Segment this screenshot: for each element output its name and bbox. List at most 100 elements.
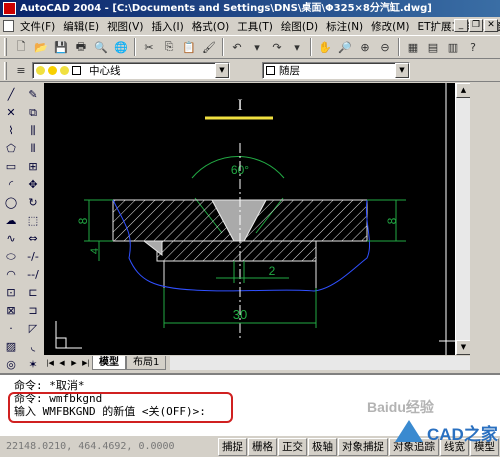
redo-dropdown-icon[interactable]: ▾ bbox=[288, 38, 306, 56]
layer-color-swatch bbox=[72, 66, 81, 75]
linetype-dropdown[interactable]: 随层 ▼ bbox=[262, 62, 410, 79]
match-properties-icon[interactable]: 🖌 bbox=[200, 38, 218, 56]
layer-dropdown[interactable]: 中心线 ▼ bbox=[32, 62, 230, 79]
doc-close-button[interactable]: ✕ bbox=[484, 19, 498, 32]
spline-icon[interactable]: ∿ bbox=[2, 230, 20, 247]
menu-view[interactable]: 视图(V) bbox=[103, 19, 147, 34]
watermark-graphic: Baidu经验 CAD之家 bbox=[367, 399, 498, 444]
polyline-icon[interactable]: ⌇ bbox=[2, 122, 20, 139]
break-icon[interactable]: ⊐ bbox=[24, 302, 42, 319]
undo-dropdown-icon[interactable]: ▾ bbox=[248, 38, 266, 56]
redo-icon[interactable]: ↷ bbox=[268, 38, 286, 56]
line-icon[interactable]: ╱ bbox=[2, 86, 20, 103]
pan-icon[interactable]: ✋ bbox=[316, 38, 334, 56]
doc-restore-button[interactable]: ❐ bbox=[469, 19, 483, 32]
print-icon[interactable]: 🖶 bbox=[72, 38, 90, 56]
rotate-icon[interactable]: ↻ bbox=[24, 194, 42, 211]
ortho-toggle[interactable]: 正交 bbox=[278, 437, 307, 456]
ellipse-icon[interactable]: ⬭ bbox=[2, 248, 20, 265]
circle-icon[interactable]: ◯ bbox=[2, 194, 20, 211]
scroll-up-icon[interactable]: ▲ bbox=[456, 83, 471, 98]
toolbar-grip[interactable] bbox=[4, 38, 7, 56]
hatch-icon[interactable]: ▨ bbox=[2, 338, 20, 355]
open-icon[interactable]: 📂 bbox=[32, 38, 50, 56]
rectangle-icon[interactable]: ▭ bbox=[2, 158, 20, 175]
region-icon[interactable]: ◎ bbox=[2, 356, 20, 373]
prev-tab-icon[interactable]: ◀ bbox=[56, 357, 68, 370]
copy-object-icon[interactable]: ⧉ bbox=[24, 104, 42, 121]
next-tab-icon[interactable]: ▶ bbox=[68, 357, 80, 370]
tab-model[interactable]: 模型 bbox=[92, 356, 126, 370]
linetype-value: 随层 bbox=[279, 65, 300, 77]
horizontal-scrollbar[interactable] bbox=[170, 356, 470, 370]
grid-toggle[interactable]: 栅格 bbox=[248, 437, 277, 456]
toolbar-grip[interactable] bbox=[4, 61, 7, 80]
plot-preview-icon[interactable]: 🔍 bbox=[92, 38, 110, 56]
break-at-point-icon[interactable]: ⊏ bbox=[24, 284, 42, 301]
highlight-box bbox=[8, 392, 233, 423]
scroll-down-icon[interactable]: ▼ bbox=[456, 340, 471, 355]
menu-draw[interactable]: 绘图(D) bbox=[277, 19, 322, 34]
menu-insert[interactable]: 插入(I) bbox=[147, 19, 187, 34]
menu-modify[interactable]: 修改(M) bbox=[367, 19, 413, 34]
menu-dimension[interactable]: 标注(N) bbox=[322, 19, 367, 34]
backing-strip bbox=[156, 240, 317, 262]
layer-manager-icon[interactable]: ≡ bbox=[12, 62, 30, 80]
snap-toggle[interactable]: 捕捉 bbox=[218, 437, 247, 456]
publish-icon[interactable]: 🌐 bbox=[112, 38, 130, 56]
chevron-down-icon[interactable]: ▼ bbox=[395, 63, 409, 78]
undo-icon[interactable]: ↶ bbox=[228, 38, 246, 56]
zoom-realtime-icon[interactable]: 🔎 bbox=[336, 38, 354, 56]
new-icon[interactable]: 🗋 bbox=[12, 38, 30, 56]
revision-cloud-icon[interactable]: ☁ bbox=[2, 212, 20, 229]
first-tab-icon[interactable]: |◀ bbox=[44, 357, 56, 370]
right-toolbar bbox=[470, 83, 500, 373]
menu-edit[interactable]: 编辑(E) bbox=[59, 19, 103, 34]
chevron-down-icon[interactable]: ▼ bbox=[215, 63, 229, 78]
properties-icon[interactable]: ▦ bbox=[404, 38, 422, 56]
point-icon[interactable]: · bbox=[2, 320, 20, 337]
trim-icon[interactable]: -/- bbox=[24, 248, 42, 265]
chamfer-icon[interactable]: ◸ bbox=[24, 320, 42, 337]
drawing-canvas[interactable]: I 60° 8 8 4 2 30 bbox=[44, 83, 455, 355]
zoom-window-icon[interactable]: ⊕ bbox=[356, 38, 374, 56]
save-icon[interactable]: 💾 bbox=[52, 38, 70, 56]
fillet-icon[interactable]: ◟ bbox=[24, 338, 42, 355]
design-center-icon[interactable]: ▤ bbox=[424, 38, 442, 56]
explode-icon[interactable]: ✶ bbox=[24, 356, 42, 373]
polar-toggle[interactable]: 极轴 bbox=[308, 437, 337, 456]
extend-icon[interactable]: --/ bbox=[24, 266, 42, 283]
cad-drawing: I 60° 8 8 4 2 30 bbox=[55, 83, 455, 355]
move-icon[interactable]: ✥ bbox=[24, 176, 42, 193]
zoom-previous-icon[interactable]: ⊖ bbox=[376, 38, 394, 56]
menu-file[interactable]: 文件(F) bbox=[16, 19, 59, 34]
autocad-app-icon[interactable] bbox=[3, 2, 16, 15]
construction-line-icon[interactable]: ✕ bbox=[2, 104, 20, 121]
menu-format[interactable]: 格式(O) bbox=[188, 19, 233, 34]
tool-palettes-icon[interactable]: ▥ bbox=[444, 38, 462, 56]
mirror-icon[interactable]: ⫼ bbox=[24, 122, 42, 139]
insert-block-icon[interactable]: ⊡ bbox=[2, 284, 20, 301]
vertical-scrollbar[interactable]: ▲ ▼ bbox=[455, 83, 471, 355]
watermark-text-1: Baidu经验 bbox=[367, 399, 435, 415]
last-tab-icon[interactable]: ▶| bbox=[80, 357, 92, 370]
ellipse-arc-icon[interactable]: ◠ bbox=[2, 266, 20, 283]
cut-icon[interactable]: ✂ bbox=[140, 38, 158, 56]
offset-icon[interactable]: ⫴ bbox=[24, 140, 42, 157]
paste-icon[interactable]: 📋 bbox=[180, 38, 198, 56]
copy-icon[interactable]: ⎘ bbox=[160, 38, 178, 56]
doc-minimize-button[interactable]: _ bbox=[454, 19, 468, 32]
scale-icon[interactable]: ⬚ bbox=[24, 212, 42, 229]
menu-tools[interactable]: 工具(T) bbox=[233, 19, 277, 34]
tab-layout1[interactable]: 布局1 bbox=[126, 356, 167, 370]
array-icon[interactable]: ⊞ bbox=[24, 158, 42, 175]
make-block-icon[interactable]: ⊠ bbox=[2, 302, 20, 319]
toolbar-separator bbox=[134, 38, 136, 56]
help-icon[interactable]: ? bbox=[464, 38, 482, 56]
arc-icon[interactable]: ◜ bbox=[2, 176, 20, 193]
toolbar-separator bbox=[310, 38, 312, 56]
document-icon[interactable] bbox=[3, 20, 14, 32]
erase-icon[interactable]: ✎ bbox=[24, 86, 42, 103]
polygon-icon[interactable]: ⬠ bbox=[2, 140, 20, 157]
stretch-icon[interactable]: ⇔ bbox=[24, 230, 42, 247]
